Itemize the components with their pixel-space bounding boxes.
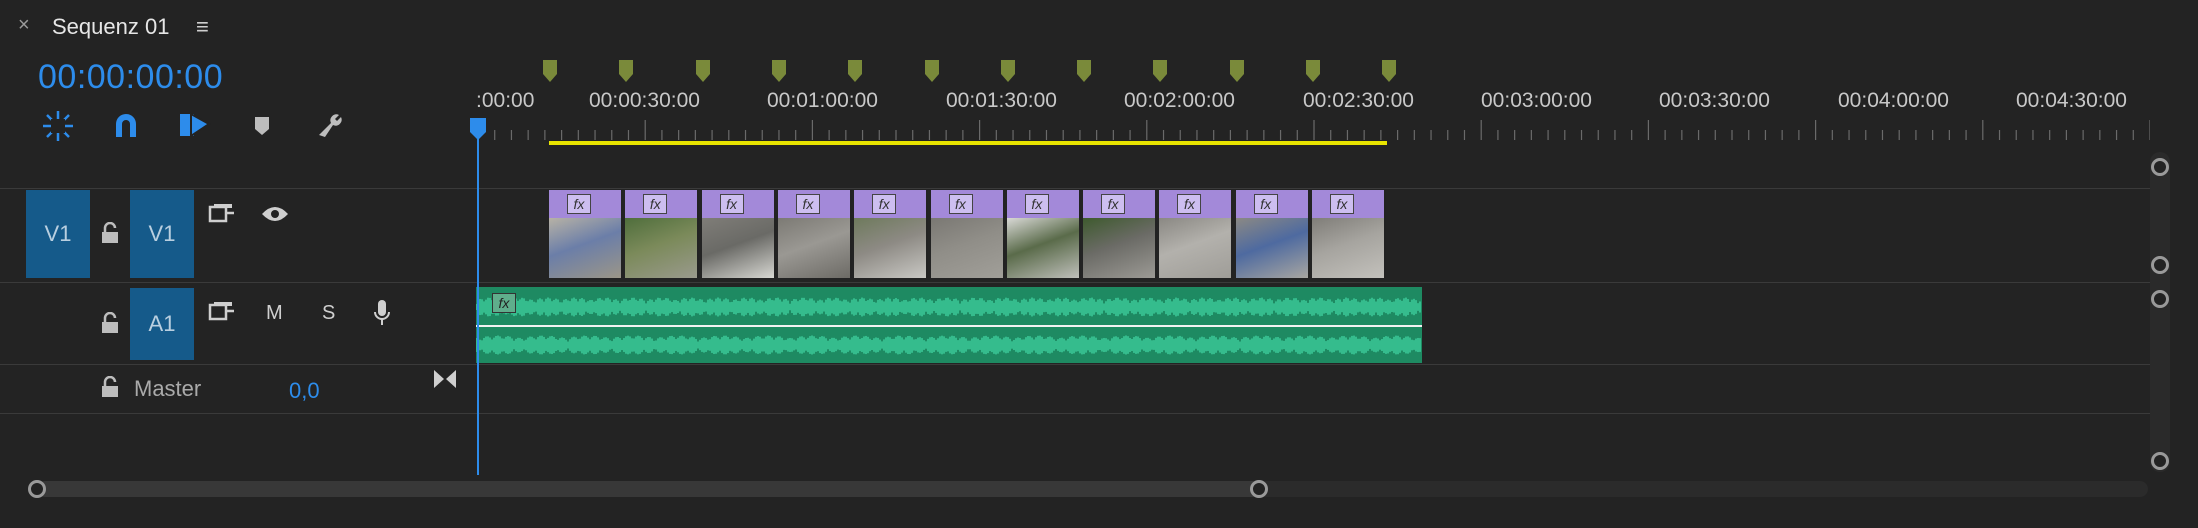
ruler-label: 00:04:00:00	[1838, 89, 1949, 112]
fx-badge: fx	[872, 194, 897, 214]
clip-thumbnail	[1312, 218, 1384, 278]
ruler-label: 00:02:00:00	[1124, 89, 1235, 112]
ruler-label: 00:02:30:00	[1303, 89, 1414, 112]
track-divider	[0, 188, 2150, 189]
clip-thumbnail	[625, 218, 698, 278]
video-clip[interactable]: fx	[1235, 190, 1310, 278]
video-clip[interactable]: fx	[1159, 190, 1234, 278]
zoom-left-knob[interactable]	[28, 480, 46, 498]
sequence-marker[interactable]	[619, 60, 634, 84]
a1-sync-lock-icon[interactable]	[208, 300, 236, 322]
video-clip[interactable]: fx	[549, 190, 623, 278]
playhead-line[interactable]	[477, 130, 479, 475]
a1-target-toggle[interactable]: A1	[130, 288, 194, 360]
ruler-ticks	[478, 120, 2150, 140]
fx-badge: fx	[643, 194, 668, 214]
sequence-marker[interactable]	[1153, 60, 1168, 84]
sequence-marker[interactable]	[924, 60, 939, 84]
ruler-label: 00:01:00:00	[767, 89, 878, 112]
sequence-marker[interactable]	[1000, 60, 1015, 84]
video-clip[interactable]: fx	[1006, 190, 1081, 278]
audio-scroll-top-knob[interactable]	[2151, 290, 2169, 308]
go-to-in-out-icon[interactable]	[432, 368, 458, 390]
vertical-scrollbar[interactable]	[2150, 152, 2170, 472]
video-clip[interactable]: fx	[930, 190, 1005, 278]
work-area-bar[interactable]	[549, 141, 1387, 145]
master-track-label: Master	[134, 376, 202, 401]
linked-selection-icon[interactable]	[174, 106, 214, 146]
fx-badge: fx	[1330, 194, 1354, 214]
video-clip[interactable]: fx	[777, 190, 852, 278]
panel-menu-icon[interactable]: ≡	[196, 14, 209, 40]
audio-scroll-bottom-knob[interactable]	[2151, 452, 2169, 470]
wrench-icon[interactable]	[310, 106, 350, 146]
sync-lock-icon[interactable]	[208, 202, 236, 224]
video-clip[interactable]: fx	[701, 190, 776, 278]
video-clip[interactable]: fx	[854, 190, 929, 278]
audio-fx-badge: fx	[492, 293, 516, 313]
track-divider	[0, 413, 2150, 414]
sequence-marker[interactable]	[1382, 60, 1397, 84]
ruler-label: 00:03:30:00	[1659, 89, 1770, 112]
zoom-right-knob[interactable]	[1250, 480, 1268, 498]
sequence-marker[interactable]	[1306, 60, 1320, 84]
v1-source-patch[interactable]: V1	[26, 190, 90, 278]
video-clip[interactable]: fx	[1312, 190, 1386, 278]
ruler-label: 00:03:00:00	[1481, 89, 1592, 112]
mute-button[interactable]: M	[266, 302, 283, 325]
master-volume-value[interactable]: 0,0	[289, 378, 320, 404]
video-clip[interactable]: fx	[625, 190, 700, 278]
snap-insert-icon[interactable]	[38, 106, 78, 146]
sequence-marker[interactable]	[695, 60, 710, 84]
sequence-marker[interactable]	[1229, 60, 1244, 84]
fx-badge: fx	[719, 194, 744, 214]
ruler-label: 00:00:30:00	[589, 89, 700, 112]
ruler-label: :00:00	[476, 89, 535, 112]
v1-lock-icon[interactable]	[100, 222, 120, 244]
clip-thumbnail	[549, 218, 621, 278]
sequence-marker[interactable]	[1077, 60, 1092, 84]
ruler-label: 00:04:30:00	[2016, 89, 2127, 112]
close-panel-button[interactable]: ×	[18, 14, 30, 37]
clip-thumbnail	[701, 218, 774, 278]
playhead-handle[interactable]	[470, 118, 486, 140]
video-clip[interactable]: fx	[1083, 190, 1158, 278]
magnet-icon[interactable]	[106, 106, 146, 146]
fx-badge: fx	[948, 194, 973, 214]
eye-icon[interactable]	[260, 204, 290, 224]
clip-thumbnail	[1159, 218, 1232, 278]
clip-thumbnail	[930, 218, 1003, 278]
fx-badge: fx	[1177, 194, 1202, 214]
fx-badge: fx	[1101, 194, 1126, 214]
voiceover-mic-icon[interactable]	[372, 298, 392, 328]
track-divider	[0, 282, 2150, 283]
fx-badge: fx	[567, 194, 591, 214]
sequence-tab-title[interactable]: Sequenz 01	[52, 14, 169, 40]
video-scroll-bottom-knob[interactable]	[2151, 256, 2169, 274]
clip-thumbnail	[1235, 218, 1308, 278]
add-marker-icon[interactable]	[242, 106, 282, 146]
clip-thumbnail	[854, 218, 927, 278]
track-divider	[0, 364, 2150, 365]
sequence-marker[interactable]	[543, 60, 557, 84]
fx-badge: fx	[1024, 194, 1049, 214]
a1-lock-icon[interactable]	[100, 312, 120, 334]
audio-clip[interactable]: fx	[476, 287, 1422, 363]
fx-badge: fx	[1253, 194, 1278, 214]
audio-volume-line[interactable]	[476, 325, 1422, 327]
solo-button[interactable]: S	[322, 302, 335, 325]
video-scroll-top-knob[interactable]	[2151, 158, 2169, 176]
clip-thumbnail	[1083, 218, 1156, 278]
ruler-label: 00:01:30:00	[946, 89, 1057, 112]
playhead-timecode[interactable]: 00:00:00:00	[38, 58, 223, 97]
v1-target-toggle[interactable]: V1	[130, 190, 194, 278]
sequence-marker[interactable]	[771, 60, 786, 84]
clip-thumbnail	[777, 218, 850, 278]
clip-thumbnail	[1006, 218, 1079, 278]
fx-badge: fx	[795, 194, 820, 214]
sequence-marker[interactable]	[848, 60, 863, 84]
master-lock-icon[interactable]	[100, 376, 120, 398]
horizontal-scroll-thumb[interactable]	[38, 481, 1260, 497]
